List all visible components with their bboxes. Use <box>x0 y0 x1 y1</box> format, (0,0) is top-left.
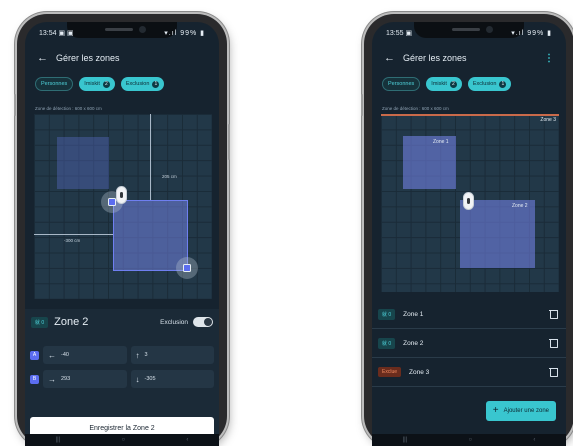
app-bar: ← Gérer les zones <box>37 50 207 66</box>
trash-icon[interactable] <box>549 338 558 348</box>
person-tag: 就 0 <box>378 337 396 349</box>
page-title: Gérer les zones <box>403 53 467 63</box>
arrow-left-icon: ← <box>48 350 56 360</box>
zone-grid[interactable]: Zone 3 Zone 1 Zone 2 <box>381 114 559 292</box>
corner-b-badge: B <box>30 374 39 384</box>
home-icon[interactable]: ○ <box>122 437 126 443</box>
coord-row-a: A ← -40 ↑ 3 <box>30 345 214 365</box>
coord-a-y-field[interactable]: ↑ 3 <box>130 346 214 364</box>
list-item[interactable]: Exclue Zone 3 <box>372 358 566 387</box>
zone-grid[interactable]: 205 cm -300 cm <box>34 114 212 299</box>
exclusion-tag: Exclue <box>378 367 402 377</box>
app-bar: ← Gérer les zones ⋮ <box>384 50 554 66</box>
measure-line-vertical <box>150 114 151 200</box>
arrow-right-icon: → <box>48 374 56 384</box>
coord-a-x-field[interactable]: ← -40 <box>43 346 127 364</box>
nav-bar: ||| ○ ‹ <box>372 434 566 446</box>
measure-horizontal: -300 cm <box>64 238 81 243</box>
corner-a-badge: A <box>30 350 39 360</box>
zone-1-label: Zone 1 <box>433 139 449 145</box>
measure-vertical: 205 cm <box>162 174 177 179</box>
recents-icon[interactable]: ||| <box>56 437 61 443</box>
zones-list: 就 0 Zone 1 就 0 Zone 2 Exclue Zone 3 <box>372 300 566 446</box>
zone-editor-panel: 就 0 Zone 2 Exclusion A ← -40 ↑ 3 B → 293 ↓ -… <box>25 309 219 446</box>
add-zone-button[interactable]: + Ajouter une zone <box>485 401 556 421</box>
back-arrow-icon[interactable]: ← <box>384 52 395 64</box>
chip-exclusion[interactable]: Exclusion 1 <box>467 77 512 91</box>
more-icon[interactable]: ⋮ <box>544 53 554 64</box>
chip-exclusion[interactable]: Exclusion 1 <box>120 77 165 91</box>
measure-line-horizontal <box>34 234 113 235</box>
status-bar: 13:55 ▣ ▾.ıl 99% ▮ <box>386 30 552 37</box>
filter-chips: Personnes Imiskit 2 Exclusion 1 <box>382 77 512 91</box>
zone-2-area[interactable] <box>113 200 188 271</box>
zone-2-area[interactable] <box>460 200 535 268</box>
detection-label: Zone de détection : 600 x 600 cm <box>382 106 449 111</box>
nav-bar: ||| ○ ‹ <box>25 434 219 446</box>
home-icon[interactable]: ○ <box>469 437 473 443</box>
screen: 13:54 ▣ ▣ ▾.ıl 99% ▮ ← Gérer les zones P… <box>25 22 219 446</box>
arrow-down-icon: ↓ <box>135 374 140 384</box>
back-arrow-icon[interactable]: ← <box>37 52 48 64</box>
zone-editor-title: Zone 2 <box>54 316 89 328</box>
person-tag: 就 0 <box>378 308 396 320</box>
detection-label: Zone de détection : 600 x 600 cm <box>35 106 102 111</box>
status-bar: 13:54 ▣ ▣ ▾.ıl 99% ▮ <box>39 30 205 37</box>
trash-icon[interactable] <box>549 367 558 377</box>
right-phone: 13:55 ▣ ▾.ıl 99% ▮ ← Gérer les zones ⋮ P… <box>361 14 573 446</box>
exclusion-toggle[interactable] <box>193 317 213 327</box>
list-item[interactable]: 就 0 Zone 1 <box>372 300 566 329</box>
zone-3-label: Zone 3 <box>540 117 556 123</box>
coord-b-x-field[interactable]: → 293 <box>43 370 127 388</box>
sensor-icon <box>463 192 474 210</box>
trash-icon[interactable] <box>549 309 558 319</box>
zone-1-area[interactable] <box>57 137 109 189</box>
coord-row-b: B → 293 ↓ -305 <box>30 369 214 389</box>
page-title: Gérer les zones <box>56 53 120 63</box>
zone-3-line[interactable] <box>381 114 559 116</box>
back-nav-icon[interactable]: ‹ <box>186 437 188 443</box>
zone-2-label: Zone 2 <box>512 203 528 209</box>
chip-imiskit[interactable]: Imiskit 2 <box>426 77 462 91</box>
back-nav-icon[interactable]: ‹ <box>533 437 535 443</box>
sensor-icon <box>116 186 127 204</box>
left-phone: 13:54 ▣ ▣ ▾.ıl 99% ▮ ← Gérer les zones P… <box>14 14 230 446</box>
list-item[interactable]: 就 0 Zone 2 <box>372 329 566 358</box>
plus-icon: + <box>492 405 499 416</box>
recents-icon[interactable]: ||| <box>403 437 408 443</box>
arrow-up-icon: ↑ <box>135 350 140 360</box>
chip-personnes[interactable]: Personnes <box>382 77 421 91</box>
coord-b-y-field[interactable]: ↓ -305 <box>130 370 214 388</box>
handle-b[interactable] <box>176 257 198 279</box>
person-tag: 就 0 <box>31 316 49 328</box>
filter-chips: Personnes Imiskit 2 Exclusion 1 <box>35 77 165 91</box>
chip-imiskit[interactable]: Imiskit 2 <box>79 77 115 91</box>
chip-personnes[interactable]: Personnes <box>35 77 74 91</box>
exclusion-label: Exclusion <box>160 318 188 326</box>
screen: 13:55 ▣ ▾.ıl 99% ▮ ← Gérer les zones ⋮ P… <box>372 22 566 446</box>
